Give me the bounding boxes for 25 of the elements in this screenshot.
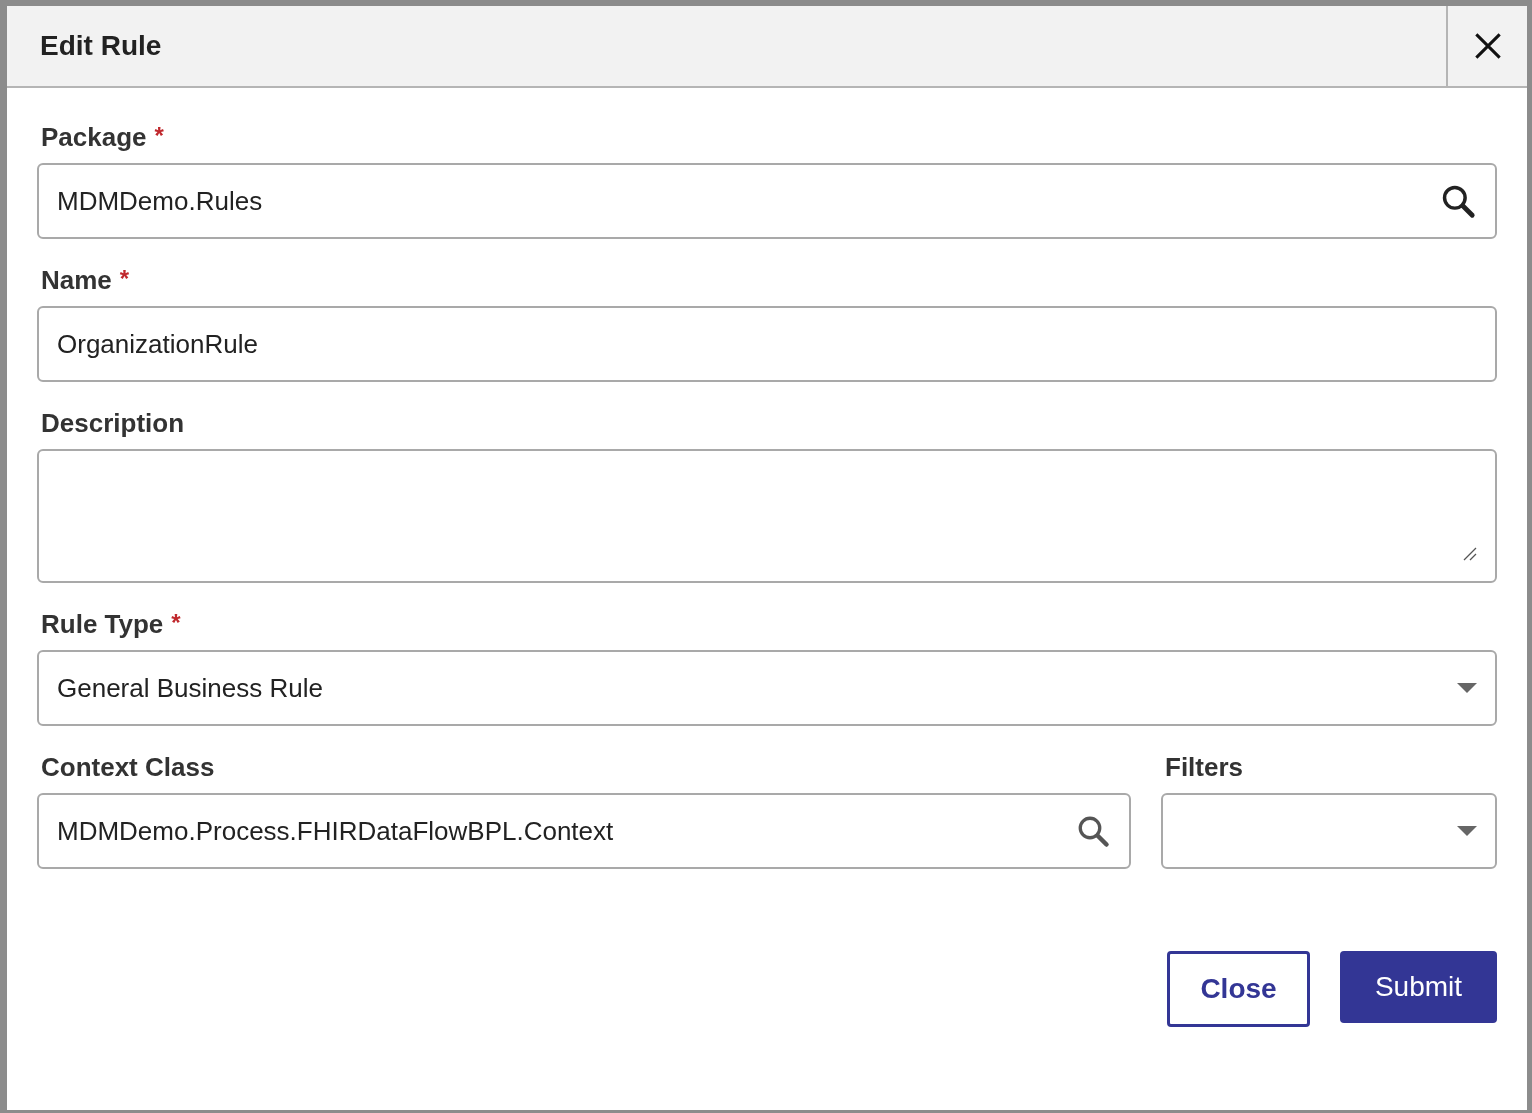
field-value: MDMDemo.Rules (57, 184, 263, 218)
resize-grip-icon[interactable] (1463, 547, 1477, 561)
field-label: Rule Type (41, 608, 164, 641)
required-mark: * (154, 121, 164, 151)
lookup-field[interactable]: MDMDemo.Rules (37, 163, 1497, 239)
close-icon (1473, 32, 1502, 60)
field-label: Context Class (41, 751, 215, 784)
required-mark: * (119, 264, 130, 294)
field-value: OrganizationRule (57, 327, 258, 361)
field-label: Name (41, 264, 112, 297)
select-field[interactable]: General Business Rule (37, 650, 1497, 726)
field-label: Description (41, 407, 185, 440)
field-value: MDMDemo.Process.FHIRDataFlowBPL.Context (57, 814, 614, 848)
submit-button[interactable]: Submit (1340, 951, 1497, 1023)
field-label: Filters (1165, 751, 1244, 784)
field-value: General Business Rule (57, 671, 323, 705)
caret-icon (1457, 826, 1477, 836)
caret-icon (1457, 683, 1477, 693)
required-mark: * (171, 608, 181, 638)
lookup-field[interactable]: MDMDemo.Process.FHIRDataFlowBPL.Context (37, 793, 1131, 869)
close-text-button[interactable]: Close (1167, 951, 1310, 1027)
select-field[interactable] (1161, 793, 1497, 869)
field-label: Package (41, 121, 147, 154)
dialog-title: Edit Rule (40, 29, 162, 63)
input-field[interactable]: OrganizationRule (37, 306, 1497, 382)
